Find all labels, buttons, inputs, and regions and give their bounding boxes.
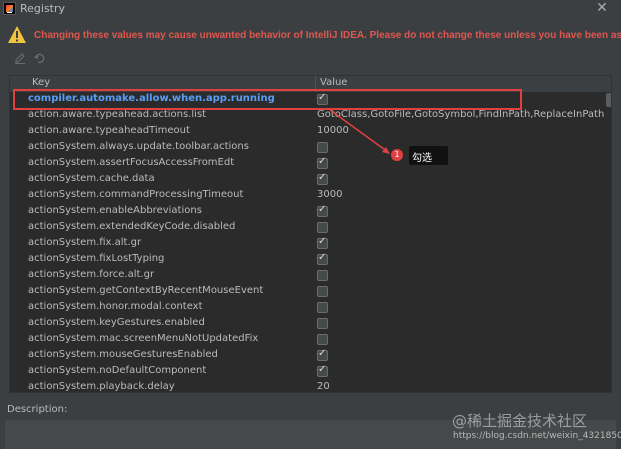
registry-key: actionSystem.enableAbbreviations [28, 205, 202, 216]
value-checkbox[interactable] [317, 270, 328, 281]
table-header: Key Value [10, 76, 611, 93]
registry-value[interactable]: 3000 [317, 189, 342, 200]
warning-icon [8, 26, 26, 43]
table-row[interactable]: compiler.automake.allow.when.app.running [10, 92, 604, 108]
registry-key: actionSystem.assertFocusAccessFromEdt [28, 157, 235, 168]
value-checkbox[interactable] [317, 172, 328, 185]
registry-key: actionSystem.noDefaultComponent [28, 365, 207, 376]
value-checkbox[interactable] [317, 156, 328, 169]
registry-key: actionSystem.cache.data [28, 173, 155, 184]
window-title: Registry [20, 2, 66, 15]
value-checkbox[interactable] [317, 236, 328, 249]
registry-value[interactable]: 20 [317, 381, 330, 392]
watermark: @稀土掘金技术社区 [452, 412, 588, 430]
table-row[interactable]: actionSystem.fix.alt.gr [10, 236, 604, 252]
value-checkbox[interactable] [317, 222, 328, 233]
value-checkbox[interactable] [317, 348, 328, 361]
value-checkbox[interactable] [317, 204, 328, 217]
intellij-logo-icon [3, 2, 16, 15]
scrollbar-thumb[interactable] [606, 93, 611, 107]
value-checkbox[interactable] [317, 318, 328, 329]
registry-key: actionSystem.force.alt.gr [28, 269, 155, 280]
warning-banner: Changing these values may cause unwanted… [0, 22, 621, 50]
registry-key: actionSystem.honor.modal.context [28, 301, 203, 312]
value-checkbox[interactable] [317, 286, 328, 297]
table-row[interactable]: actionSystem.enableAbbreviations [10, 204, 604, 220]
value-checkbox[interactable] [317, 302, 328, 313]
registry-table: Key Value compiler.automake.allow.when.a… [9, 75, 612, 393]
registry-key: actionSystem.mac.screenMenuNotUpdatedFix [28, 333, 259, 344]
table-row[interactable]: actionSystem.honor.modal.context [10, 300, 604, 316]
close-button[interactable]: ✕ [595, 0, 609, 16]
table-row[interactable]: actionSystem.noDefaultComponent [10, 364, 604, 380]
table-row[interactable]: actionSystem.fixLostTyping [10, 252, 604, 268]
title-bar: Registry ✕ [0, 0, 621, 18]
registry-value[interactable]: 10000 [317, 125, 349, 136]
registry-key: compiler.automake.allow.when.app.running [28, 93, 275, 104]
column-header-key[interactable]: Key [32, 77, 50, 88]
registry-key: actionSystem.fix.alt.gr [28, 237, 142, 248]
toolbar [0, 52, 621, 68]
registry-key: actionSystem.getContextByRecentMouseEven… [28, 285, 264, 296]
table-row[interactable]: actionSystem.always.update.toolbar.actio… [10, 140, 604, 156]
table-row[interactable]: actionSystem.playback.delay 20 [10, 380, 604, 392]
column-header-value[interactable]: Value [320, 77, 347, 88]
table-row[interactable]: actionSystem.assertFocusAccessFromEdt [10, 156, 604, 172]
table-row[interactable]: action.aware.typeaheadTimeout 10000 [10, 124, 604, 140]
table-row[interactable]: actionSystem.getContextByRecentMouseEven… [10, 284, 604, 300]
vertical-scrollbar[interactable] [605, 92, 611, 392]
value-checkbox[interactable] [317, 92, 328, 105]
table-row[interactable]: actionSystem.mouseGesturesEnabled [10, 348, 604, 364]
undo-icon[interactable] [32, 52, 46, 66]
annotation-text: 勾选 [412, 153, 432, 164]
annotation-badge: 1 [391, 149, 403, 161]
value-checkbox[interactable] [317, 252, 328, 265]
registry-key: actionSystem.commandProcessingTimeout [28, 189, 244, 200]
table-row[interactable]: actionSystem.keyGestures.enabled [10, 316, 604, 332]
registry-key: actionSystem.keyGestures.enabled [28, 317, 205, 328]
pencil-icon[interactable] [13, 52, 27, 66]
table-row[interactable]: actionSystem.commandProcessingTimeout 300… [10, 188, 604, 204]
table-row[interactable]: actionSystem.cache.data [10, 172, 604, 188]
registry-key: action.aware.typeaheadTimeout [28, 125, 190, 136]
table-row[interactable]: action.aware.typeahead.actions.list GotoC… [10, 108, 611, 124]
table-row[interactable]: actionSystem.extendedKeyCode.disabled [10, 220, 604, 236]
table-row[interactable]: actionSystem.mac.screenMenuNotUpdatedFix [10, 332, 604, 348]
description-label: Description: [7, 404, 68, 415]
registry-key: action.aware.typeahead.actions.list [28, 109, 207, 120]
registry-key: actionSystem.extendedKeyCode.disabled [28, 221, 236, 232]
column-divider[interactable] [315, 76, 316, 92]
registry-key: actionSystem.fixLostTyping [28, 253, 165, 264]
registry-key: actionSystem.playback.delay [28, 381, 175, 392]
registry-key: actionSystem.mouseGesturesEnabled [28, 349, 218, 360]
watermark-url: https://blog.csdn.net/weixin_43218500 [453, 431, 621, 441]
registry-key: actionSystem.always.update.toolbar.actio… [28, 141, 249, 152]
table-row[interactable]: actionSystem.force.alt.gr [10, 268, 604, 284]
warning-text: Changing these values may cause unwanted… [34, 30, 621, 41]
registry-value[interactable]: GotoClass,GotoFile,GotoSymbol,FindInPath… [317, 109, 611, 120]
value-checkbox[interactable] [317, 142, 328, 153]
value-checkbox[interactable] [317, 334, 328, 345]
value-checkbox[interactable] [317, 364, 328, 377]
